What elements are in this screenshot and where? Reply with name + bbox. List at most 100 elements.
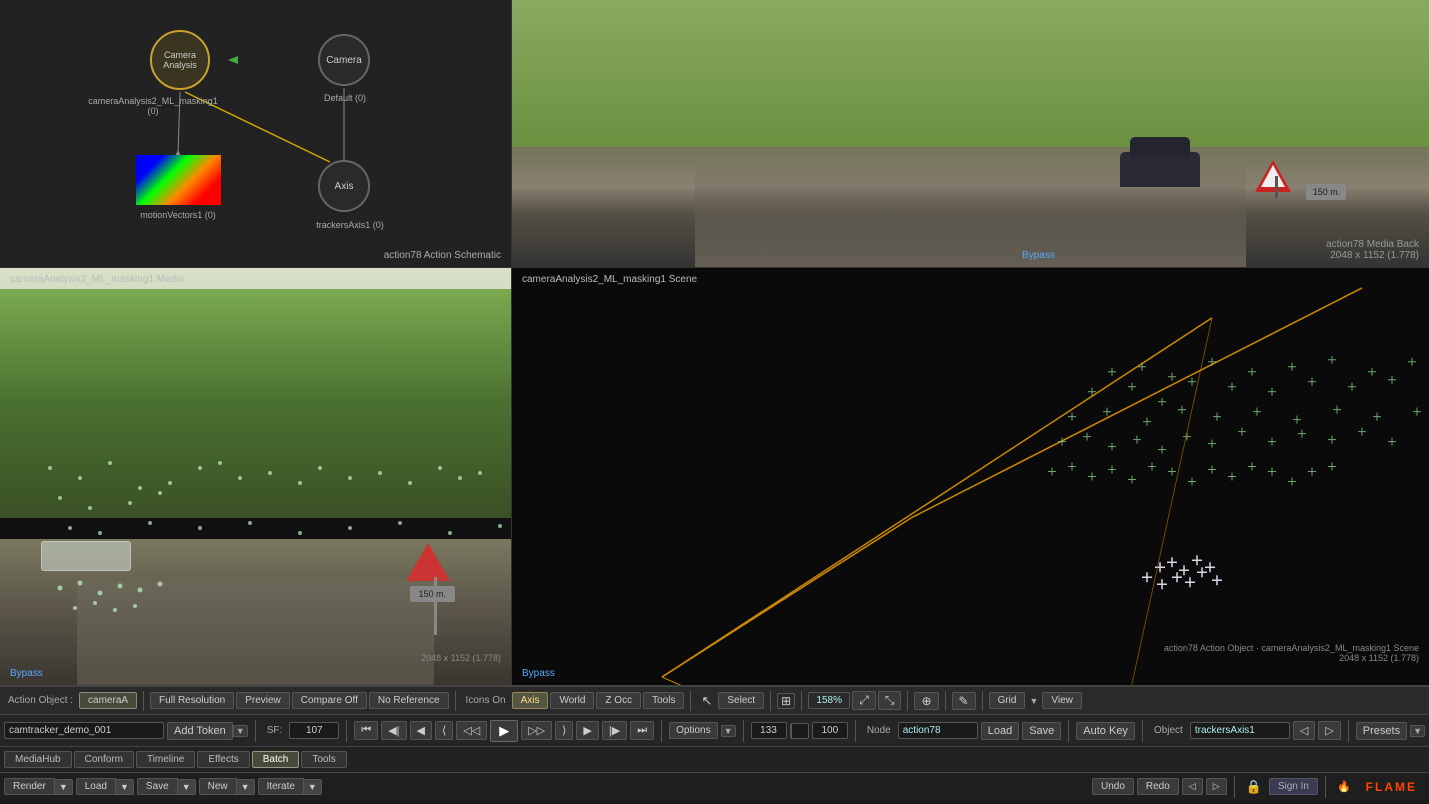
toolbar-sep-3 [690, 691, 691, 711]
motion-vectors-thumb [136, 155, 221, 205]
redo-fwd-btn[interactable]: ▷ [1206, 778, 1227, 795]
prev-step-btn[interactable]: ⟨ [435, 721, 453, 740]
no-reference-btn[interactable]: No Reference [369, 692, 449, 709]
obj-next-btn[interactable]: ▷ [1318, 721, 1340, 740]
lock-icon: 🔒 [1242, 779, 1266, 795]
tab-tools[interactable]: Tools [301, 751, 346, 768]
node-camera-analysis[interactable]: Camera Analysis [150, 30, 210, 90]
new-btn[interactable]: New [199, 778, 237, 795]
scene-panel-info: action78 Action Object · cameraAnalysis2… [1164, 643, 1419, 663]
expand-icon-btn[interactable]: ⤡ [878, 691, 902, 710]
sf-label: SF: [263, 725, 287, 736]
compare-off-btn[interactable]: Compare Off [292, 692, 367, 709]
node-input[interactable] [898, 722, 978, 739]
tab-effects[interactable]: Effects [197, 751, 249, 768]
play-btn[interactable]: ▶ [490, 720, 518, 742]
timeline-bar[interactable] [790, 723, 809, 739]
z-occ-btn[interactable]: Z Occ [596, 692, 641, 709]
transport-sep-4 [743, 720, 744, 742]
bypass-media[interactable]: Bypass [10, 668, 43, 679]
last-frame-btn[interactable]: ⏭ [630, 721, 654, 740]
edit-icon-btn[interactable]: ✎ [952, 692, 976, 710]
object-label: Object [1150, 725, 1187, 736]
node-camera-label: Camera [326, 55, 362, 66]
frame-current: 133 [751, 722, 787, 739]
toolbar-sep-2 [455, 691, 456, 711]
bypass-back[interactable]: Bypass [1022, 250, 1055, 261]
new-arrow[interactable]: ▼ [237, 779, 255, 795]
next-frame-btn[interactable]: ▶ [576, 721, 598, 740]
auto-key-btn[interactable]: Auto Key [1076, 722, 1135, 740]
grid-dropdown-arrow[interactable]: ▼ [1027, 696, 1040, 706]
tab-conform[interactable]: Conform [74, 751, 134, 768]
back-panel-label: action78 Media Back [1326, 239, 1419, 250]
file-name-input[interactable] [4, 722, 164, 739]
presets-arrow[interactable]: ▼ [1410, 725, 1425, 737]
grid-btn[interactable]: Grid [989, 692, 1026, 709]
bottom-nav-row: MediaHub Conform Timeline Effects Batch … [0, 746, 1429, 772]
flame-sep [1325, 776, 1326, 798]
grid-icon: ⊞ [777, 693, 795, 709]
undo-btn[interactable]: Undo [1092, 778, 1134, 795]
save-arrow[interactable]: ▼ [178, 779, 196, 795]
options-btn[interactable]: Options [669, 722, 717, 739]
axis-sublabel: trackersAxis1 (0) [295, 220, 405, 230]
bypass-scene[interactable]: Bypass [522, 668, 555, 679]
world-btn[interactable]: World [550, 692, 594, 709]
sf-value: 107 [289, 722, 339, 739]
view-btn[interactable]: View [1042, 692, 1082, 709]
tab-mediahub[interactable]: MediaHub [4, 751, 72, 768]
iterate-btn[interactable]: Iterate [258, 778, 304, 795]
transport-sep-2 [346, 720, 347, 742]
prev-frame-btn[interactable]: ◀ [410, 721, 432, 740]
undo-back-btn[interactable]: ◁ [1182, 778, 1203, 795]
flame-icon: 🔥 [1333, 780, 1355, 793]
render-arrow[interactable]: ▼ [55, 779, 73, 795]
add-icon-btn[interactable]: ⊕ [914, 692, 938, 710]
distance-sign: 150 m. [1306, 184, 1346, 200]
step-back-btn[interactable]: ◁◁ [456, 721, 487, 740]
tools-btn[interactable]: Tools [643, 692, 684, 709]
prev-clip-btn[interactable]: ◀| [381, 721, 406, 740]
iterate-arrow[interactable]: ▼ [304, 779, 322, 795]
add-token-arrow[interactable]: ▼ [233, 725, 248, 737]
node-camera[interactable]: Camera [318, 34, 370, 86]
node-axis[interactable]: Axis [318, 160, 370, 212]
presets-btn[interactable]: Presets [1356, 722, 1407, 740]
preview-btn[interactable]: Preview [236, 692, 290, 709]
render-nav-row: Render ▼ Load ▼ Save ▼ New ▼ Iterate ▼ U… [0, 772, 1429, 800]
fit-icon-btn[interactable]: ⤢ [852, 691, 876, 710]
media-road [77, 581, 435, 685]
first-frame-btn[interactable]: ⏮ [354, 721, 378, 740]
scene-dimensions: 2048 x 1152 (1.778) [1164, 653, 1419, 663]
options-arrow[interactable]: ▼ [721, 725, 736, 737]
load-btn[interactable]: Load [981, 722, 1019, 740]
save-dropdown: Save ▼ [137, 778, 196, 795]
transport-sep-3 [661, 720, 662, 742]
next-step-btn[interactable]: ⟩ [555, 721, 573, 740]
full-resolution-btn[interactable]: Full Resolution [150, 692, 234, 709]
add-token-dropdown: Add Token ▼ [167, 722, 248, 740]
render-btn[interactable]: Render [4, 778, 55, 795]
load-render-btn[interactable]: Load [76, 778, 116, 795]
save-render-btn[interactable]: Save [137, 778, 178, 795]
next-clip-btn[interactable]: |▶ [602, 721, 627, 740]
action-object-value-btn[interactable]: cameraA [79, 692, 137, 709]
axis-btn[interactable]: Axis [512, 692, 549, 709]
object-input[interactable] [1190, 722, 1290, 739]
load-dropdown: Load ▼ [76, 778, 134, 795]
sign-in-btn[interactable]: Sign In [1269, 778, 1318, 795]
toolbar-sep-8 [982, 691, 983, 711]
tab-batch[interactable]: Batch [252, 751, 300, 768]
load-arrow[interactable]: ▼ [116, 779, 134, 795]
tab-timeline[interactable]: Timeline [136, 751, 195, 768]
add-token-btn[interactable]: Add Token [167, 722, 233, 740]
redo-btn[interactable]: Redo [1137, 778, 1179, 795]
save-node-btn[interactable]: Save [1022, 722, 1061, 740]
transport-sep-1 [255, 720, 256, 742]
step-fwd-btn[interactable]: ▷▷ [521, 721, 552, 740]
media-distance-sign: 150 m. [410, 586, 455, 602]
schematic-svg [0, 0, 511, 267]
select-btn[interactable]: Select [718, 692, 764, 709]
obj-prev-btn[interactable]: ◁ [1293, 721, 1315, 740]
